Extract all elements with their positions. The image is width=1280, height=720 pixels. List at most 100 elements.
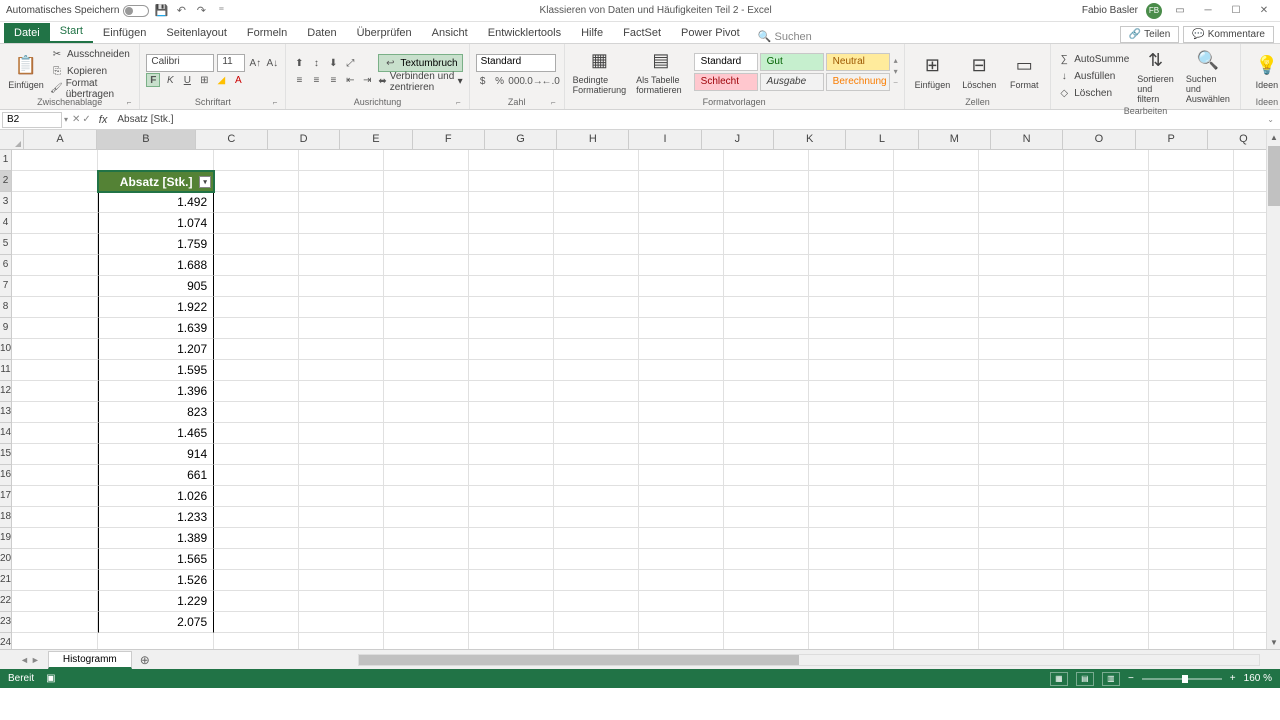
column-header-D[interactable]: D [268, 130, 340, 150]
cell-I23[interactable] [724, 612, 809, 633]
macro-record-icon[interactable]: ▣ [46, 673, 55, 684]
cell-L12[interactable] [979, 381, 1064, 402]
cell-E12[interactable] [384, 381, 469, 402]
cell-L14[interactable] [979, 423, 1064, 444]
column-header-H[interactable]: H [557, 130, 629, 150]
column-header-O[interactable]: O [1063, 130, 1135, 150]
cell-F23[interactable] [469, 612, 554, 633]
align-left-icon[interactable]: ≡ [292, 73, 306, 87]
column-header-E[interactable]: E [340, 130, 412, 150]
cell-N3[interactable] [1149, 192, 1234, 213]
cell-F8[interactable] [469, 297, 554, 318]
row-header-2[interactable]: 2 [0, 171, 12, 192]
cell-N1[interactable] [1149, 150, 1234, 171]
cell-M16[interactable] [1064, 465, 1149, 486]
cell-K22[interactable] [894, 591, 979, 612]
cell-N19[interactable] [1149, 528, 1234, 549]
cell-C11[interactable] [214, 360, 299, 381]
cell-E10[interactable] [384, 339, 469, 360]
thousands-icon[interactable]: 000 [510, 75, 524, 89]
cell-N6[interactable] [1149, 255, 1234, 276]
cell-K17[interactable] [894, 486, 979, 507]
cell-L6[interactable] [979, 255, 1064, 276]
cell-J18[interactable] [809, 507, 894, 528]
cell-K11[interactable] [894, 360, 979, 381]
column-header-G[interactable]: G [485, 130, 557, 150]
cell-B6[interactable]: 1.688 [98, 255, 214, 276]
cell-C10[interactable] [214, 339, 299, 360]
cell-D4[interactable] [299, 213, 384, 234]
column-header-P[interactable]: P [1136, 130, 1208, 150]
cell-E14[interactable] [384, 423, 469, 444]
merge-button[interactable]: ⬌Verbinden und zentrieren ▾ [378, 74, 462, 89]
cell-B5[interactable]: 1.759 [98, 234, 214, 255]
cell-D19[interactable] [299, 528, 384, 549]
cell-J2[interactable] [809, 171, 894, 192]
cell-I17[interactable] [724, 486, 809, 507]
cell-G19[interactable] [554, 528, 639, 549]
cell-A9[interactable] [12, 318, 98, 339]
minimize-icon[interactable]: ─ [1198, 3, 1218, 19]
row-header-7[interactable]: 7 [0, 276, 12, 297]
cell-B12[interactable]: 1.396 [98, 381, 214, 402]
cell-A10[interactable] [12, 339, 98, 360]
cell-G11[interactable] [554, 360, 639, 381]
cell-G9[interactable] [554, 318, 639, 339]
find-select-button[interactable]: 🔍Suchen und Auswählen [1182, 46, 1234, 106]
tab-seitenlayout[interactable]: Seitenlayout [156, 23, 237, 43]
cell-K3[interactable] [894, 192, 979, 213]
cell-C3[interactable] [214, 192, 299, 213]
row-header-19[interactable]: 19 [0, 528, 12, 549]
cell-I1[interactable] [724, 150, 809, 171]
cell-D23[interactable] [299, 612, 384, 633]
cell-F4[interactable] [469, 213, 554, 234]
cell-K23[interactable] [894, 612, 979, 633]
cell-H21[interactable] [639, 570, 724, 591]
cell-M23[interactable] [1064, 612, 1149, 633]
cell-I8[interactable] [724, 297, 809, 318]
align-top-icon[interactable]: ⬆ [292, 56, 306, 70]
row-header-15[interactable]: 15 [0, 444, 12, 465]
cell-L19[interactable] [979, 528, 1064, 549]
filter-dropdown-icon[interactable]: ▾ [199, 176, 211, 188]
cell-N5[interactable] [1149, 234, 1234, 255]
style-berechnung[interactable]: Berechnung [826, 73, 890, 91]
cell-I22[interactable] [724, 591, 809, 612]
cell-D20[interactable] [299, 549, 384, 570]
cell-C18[interactable] [214, 507, 299, 528]
cell-D21[interactable] [299, 570, 384, 591]
cell-N22[interactable] [1149, 591, 1234, 612]
cell-H8[interactable] [639, 297, 724, 318]
cell-L4[interactable] [979, 213, 1064, 234]
cell-F9[interactable] [469, 318, 554, 339]
zoom-in-icon[interactable]: + [1230, 673, 1236, 684]
cell-G1[interactable] [554, 150, 639, 171]
cell-G23[interactable] [554, 612, 639, 633]
cell-J24[interactable] [809, 633, 894, 649]
cell-L20[interactable] [979, 549, 1064, 570]
cell-J9[interactable] [809, 318, 894, 339]
tab-einfuegen[interactable]: Einfügen [93, 23, 156, 43]
maximize-icon[interactable]: ☐ [1226, 3, 1246, 19]
cell-G16[interactable] [554, 465, 639, 486]
cell-D18[interactable] [299, 507, 384, 528]
cell-C5[interactable] [214, 234, 299, 255]
cell-I2[interactable] [724, 171, 809, 192]
delete-cells-button[interactable]: ⊟Löschen [958, 46, 1000, 97]
cell-I20[interactable] [724, 549, 809, 570]
scroll-up-icon[interactable]: ▲ [1267, 130, 1280, 144]
cell-G6[interactable] [554, 255, 639, 276]
orientation-icon[interactable]: ⤢ [343, 56, 357, 70]
cell-E4[interactable] [384, 213, 469, 234]
row-header-13[interactable]: 13 [0, 402, 12, 423]
autosum-button[interactable]: ∑AutoSumme [1057, 52, 1129, 67]
fx-icon[interactable]: fx [95, 114, 112, 126]
cell-L18[interactable] [979, 507, 1064, 528]
cell-G12[interactable] [554, 381, 639, 402]
cell-A19[interactable] [12, 528, 98, 549]
cell-C16[interactable] [214, 465, 299, 486]
cell-K8[interactable] [894, 297, 979, 318]
cell-K14[interactable] [894, 423, 979, 444]
cell-J8[interactable] [809, 297, 894, 318]
cell-M3[interactable] [1064, 192, 1149, 213]
